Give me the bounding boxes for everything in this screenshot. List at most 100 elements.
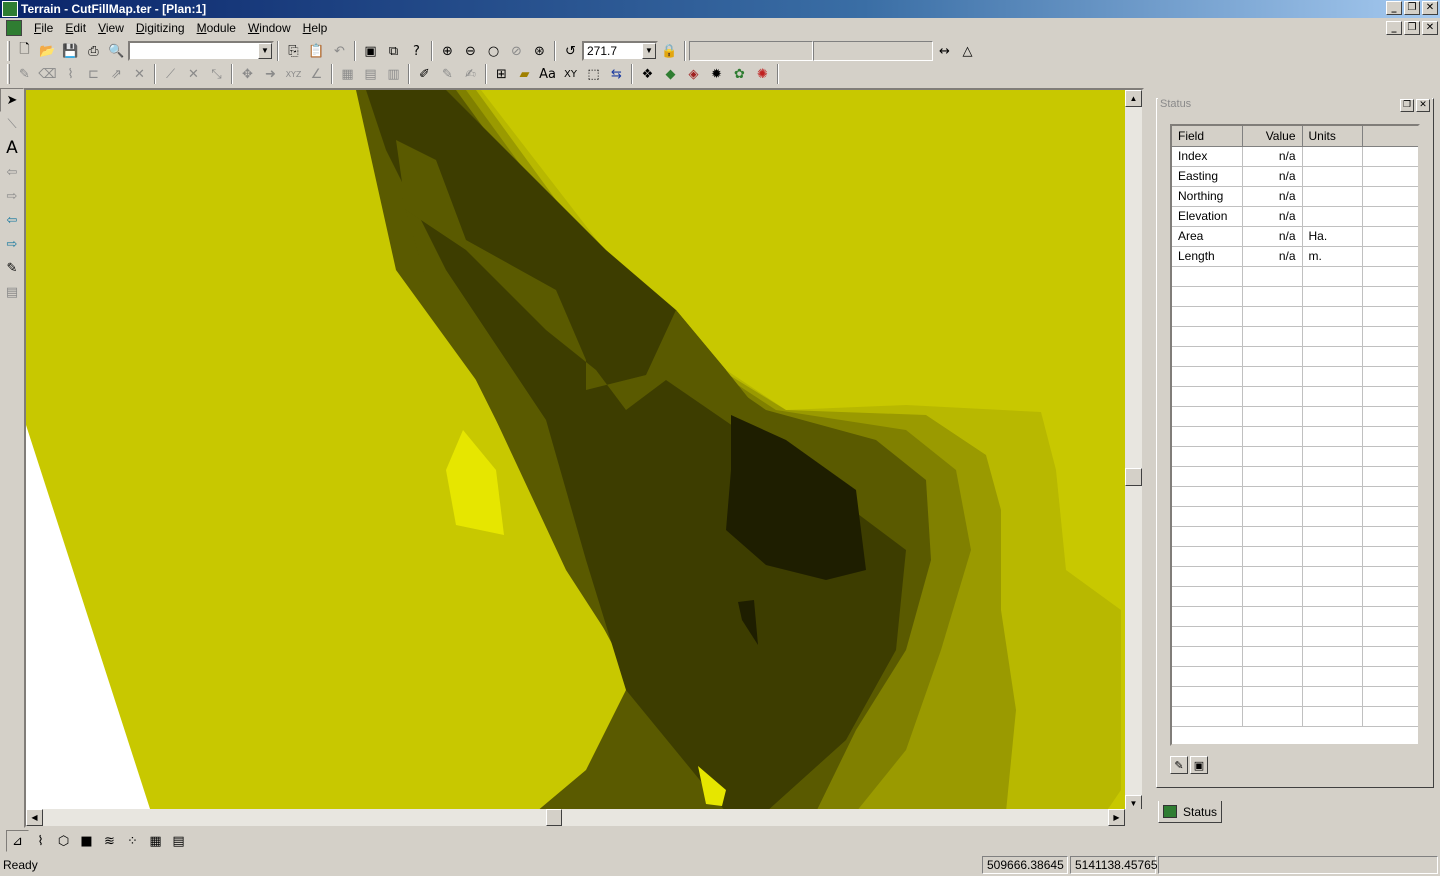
cell-empty[interactable] xyxy=(1362,626,1418,647)
table-row[interactable] xyxy=(1172,466,1418,487)
menu-module[interactable]: Module xyxy=(191,21,242,35)
table-row[interactable]: Easting n/a xyxy=(1172,166,1418,187)
cell-units[interactable] xyxy=(1302,506,1363,527)
report-view-icon[interactable]: ▤ xyxy=(167,830,190,852)
join-line-icon[interactable]: ⊏ xyxy=(82,63,105,85)
back-arrow-icon[interactable]: ⇦ xyxy=(0,160,24,184)
cell-units[interactable]: m. xyxy=(1302,246,1363,267)
table-row[interactable] xyxy=(1172,666,1418,687)
table-row[interactable]: Index n/a xyxy=(1172,146,1418,167)
cell-value[interactable] xyxy=(1242,446,1303,467)
cell-units[interactable] xyxy=(1302,346,1363,367)
table-row[interactable] xyxy=(1172,626,1418,647)
cell-empty[interactable] xyxy=(1362,706,1418,727)
points-view-icon[interactable]: ⁘ xyxy=(121,830,144,852)
xyz-icon[interactable]: XYZ xyxy=(282,63,305,85)
table-row[interactable]: Northing n/a xyxy=(1172,186,1418,207)
table-row[interactable] xyxy=(1172,546,1418,567)
cell-units[interactable] xyxy=(1302,706,1363,727)
cell-empty[interactable] xyxy=(1362,406,1418,427)
break-line-icon[interactable]: ⌇ xyxy=(59,63,82,85)
cell-field[interactable]: Northing xyxy=(1172,186,1243,207)
copy-icon[interactable]: ⎘ xyxy=(282,40,305,62)
cell-value[interactable]: n/a xyxy=(1242,166,1303,187)
cell-empty[interactable] xyxy=(1362,226,1418,247)
green-model-icon[interactable]: ◆ xyxy=(659,63,682,85)
cell-value[interactable] xyxy=(1242,406,1303,427)
plan-view-icon[interactable]: ⊿ xyxy=(6,830,29,852)
cell-field[interactable] xyxy=(1172,686,1243,707)
brush-tool-icon[interactable]: ✎ xyxy=(0,256,24,280)
cell-units[interactable] xyxy=(1302,546,1363,567)
cell-empty[interactable] xyxy=(1362,386,1418,407)
cut-fill-map[interactable] xyxy=(26,90,1125,812)
cell-empty[interactable] xyxy=(1362,266,1418,287)
cell-value[interactable] xyxy=(1242,486,1303,507)
cell-field[interactable] xyxy=(1172,646,1243,667)
cell-value[interactable] xyxy=(1242,546,1303,567)
print-icon[interactable]: ⎙ xyxy=(82,40,105,62)
cell-units[interactable] xyxy=(1302,366,1363,387)
contour-view-icon[interactable]: ≋ xyxy=(98,830,121,852)
table-row[interactable]: Length n/a m. xyxy=(1172,246,1418,267)
table-row[interactable] xyxy=(1172,286,1418,307)
forward-arrow-icon[interactable]: ⇨ xyxy=(0,184,24,208)
cell-units[interactable] xyxy=(1302,466,1363,487)
cell-value[interactable] xyxy=(1242,346,1303,367)
print-preview-icon[interactable]: 🔍 xyxy=(105,40,128,62)
draw-alt-icon[interactable]: ✎ xyxy=(436,63,459,85)
brush-icon[interactable]: ✍ xyxy=(459,63,482,85)
line-icon[interactable]: ⟋ xyxy=(159,63,182,85)
cell-field[interactable] xyxy=(1172,606,1243,627)
panel-restore-button[interactable]: ❐ xyxy=(1400,99,1414,112)
measure-icon[interactable]: ⟍ xyxy=(0,112,24,136)
cell-value[interactable] xyxy=(1242,646,1303,667)
xy-tool-icon[interactable]: XY xyxy=(559,63,582,85)
table-row[interactable] xyxy=(1172,646,1418,667)
scroll-right-button[interactable]: ▶ xyxy=(1108,809,1125,826)
back-color-icon[interactable]: ⇦ xyxy=(0,208,24,232)
cell-field[interactable] xyxy=(1172,566,1243,587)
menu-file[interactable]: File xyxy=(28,21,59,35)
cell-field[interactable] xyxy=(1172,626,1243,647)
panel-close-button[interactable]: ✕ xyxy=(1416,99,1430,112)
cell-empty[interactable] xyxy=(1362,286,1418,307)
scroll-left-button[interactable]: ◀ xyxy=(26,809,43,826)
cell-field[interactable] xyxy=(1172,486,1243,507)
vertical-scrollbar[interactable]: ▲ ▼ xyxy=(1125,90,1142,812)
layers-icon[interactable]: ▤ xyxy=(0,280,24,304)
cell-empty[interactable] xyxy=(1362,446,1418,467)
menu-edit[interactable]: Edit xyxy=(59,21,92,35)
cell-value[interactable] xyxy=(1242,626,1303,647)
cell-field[interactable] xyxy=(1172,666,1243,687)
properties-icon[interactable]: ▣ xyxy=(359,40,382,62)
table-row[interactable] xyxy=(1172,526,1418,547)
table-row[interactable] xyxy=(1172,586,1418,607)
cell-empty[interactable] xyxy=(1362,686,1418,707)
zoom-in-icon[interactable]: ⊕ xyxy=(436,40,459,62)
menu-digitizing[interactable]: Digitizing xyxy=(130,21,191,35)
column-field[interactable]: Field xyxy=(1172,126,1243,147)
cell-empty[interactable] xyxy=(1362,306,1418,327)
save-icon[interactable]: 💾 xyxy=(59,40,82,62)
cell-value[interactable] xyxy=(1242,506,1303,527)
toolbar-grip[interactable] xyxy=(7,64,10,84)
cell-value[interactable]: n/a xyxy=(1242,146,1303,167)
layer-c-icon[interactable]: ▥ xyxy=(382,63,405,85)
vertical-scroll-thumb[interactable] xyxy=(1125,468,1142,486)
profile-icon[interactable]: ⌇ xyxy=(29,830,52,852)
triangle-icon[interactable]: △ xyxy=(956,40,979,62)
table-row[interactable] xyxy=(1172,486,1418,507)
cell-empty[interactable] xyxy=(1362,146,1418,167)
cell-field[interactable] xyxy=(1172,266,1243,287)
cell-units[interactable] xyxy=(1302,646,1363,667)
cell-units[interactable] xyxy=(1302,386,1363,407)
swap-icon[interactable]: ⇆ xyxy=(605,63,628,85)
cell-empty[interactable] xyxy=(1362,426,1418,447)
red-gear-icon[interactable]: ✺ xyxy=(751,63,774,85)
table-row[interactable] xyxy=(1172,306,1418,327)
table-row[interactable] xyxy=(1172,446,1418,467)
cell-field[interactable] xyxy=(1172,426,1243,447)
cell-empty[interactable] xyxy=(1362,326,1418,347)
cell-field[interactable] xyxy=(1172,346,1243,367)
